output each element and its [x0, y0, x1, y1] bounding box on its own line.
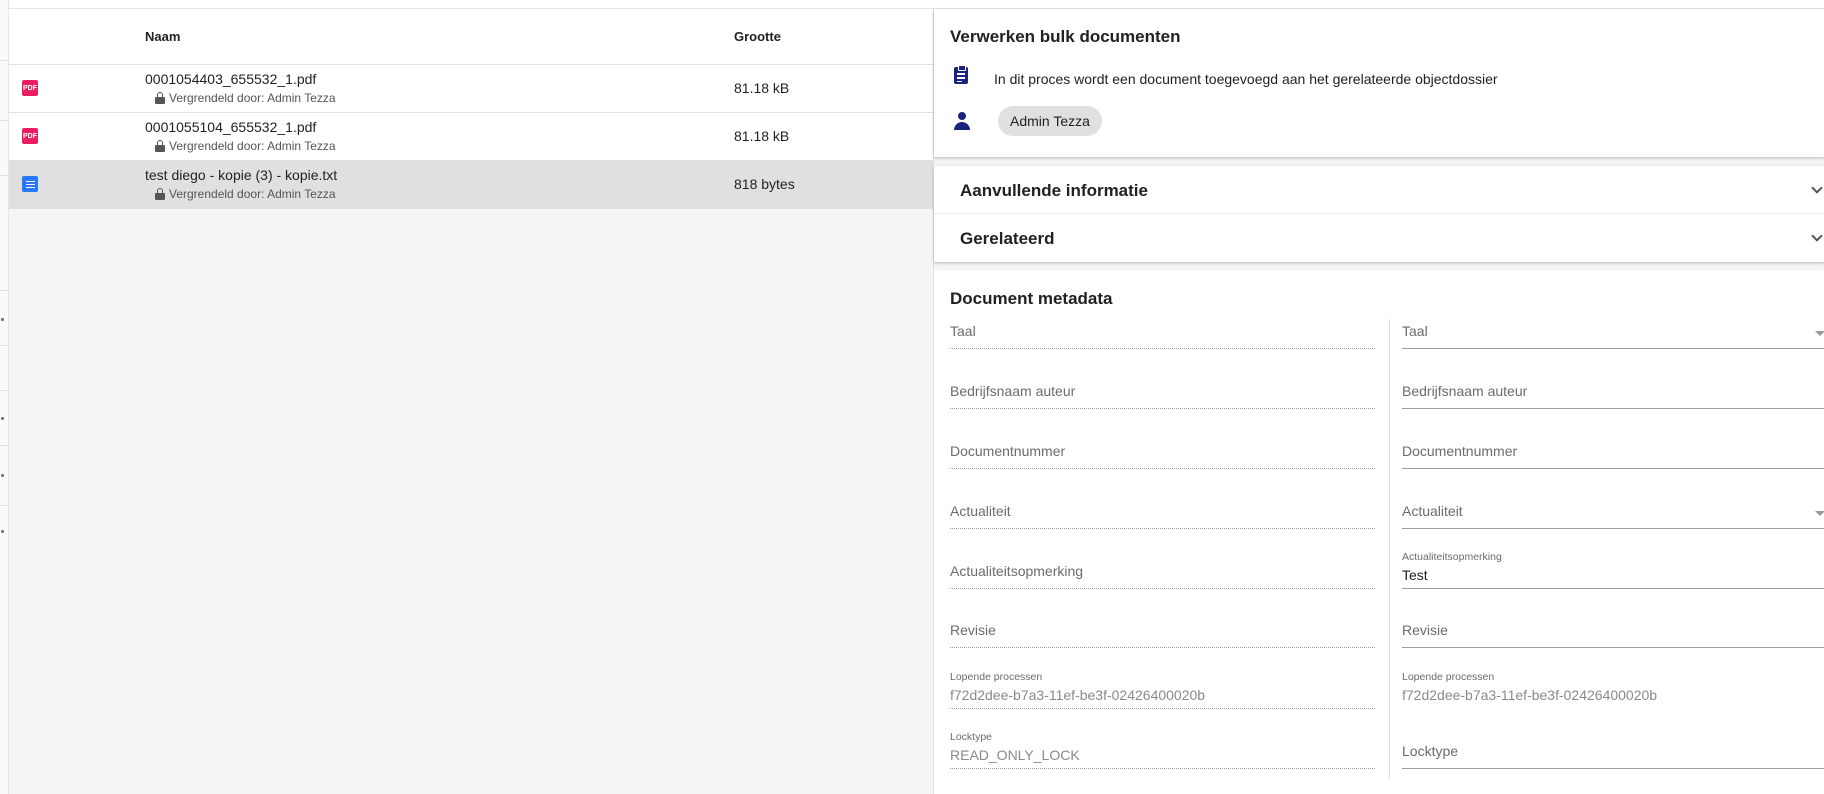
dropdown-arrow-icon [1815, 511, 1824, 516]
actualiteit-select[interactable]: Actualiteit [1402, 499, 1824, 529]
bedrijfsnaam-input[interactable]: Bedrijfsnaam auteur [1402, 379, 1824, 409]
top-bar [9, 0, 1824, 9]
pdf-icon: PDF [22, 80, 38, 96]
person-icon [954, 112, 970, 130]
accordion-label: Aanvullende informatie [960, 181, 1148, 200]
process-description: In dit proces wordt een document toegevo… [994, 71, 1498, 87]
pdf-icon: PDF [22, 128, 38, 144]
document-metadata: Document metadata Taal Bedrijfsnaam aute… [934, 271, 1824, 794]
chevron-down-icon [1811, 182, 1823, 194]
revisie-input[interactable]: Revisie [1402, 618, 1824, 648]
taal-field-readonly: Taal [950, 319, 1375, 349]
lock-icon [155, 188, 165, 200]
process-title: Verwerken bulk documenten [950, 27, 1181, 46]
file-row-selected[interactable]: test diego - kopie (3) - kopie.txt Vergr… [9, 161, 933, 209]
dropdown-arrow-icon [1815, 331, 1824, 336]
column-header-size[interactable]: Grootte [734, 29, 781, 44]
column-divider [1389, 319, 1390, 779]
left-edge-strip [0, 0, 9, 794]
taal-select[interactable]: Taal [1402, 319, 1824, 349]
lock-status: Vergrendeld door: Admin Tezza [155, 139, 336, 153]
column-header-name[interactable]: Naam [145, 29, 180, 44]
accordion-aanvullende-informatie[interactable]: Aanvullende informatie [934, 166, 1824, 214]
lock-status-text: Vergrendeld door: Admin Tezza [169, 139, 336, 153]
file-row[interactable]: PDF 0001054403_655532_1.pdf Vergrendeld … [9, 65, 933, 113]
actualiteitsopmerking-field-readonly: Actualiteitsopmerking [950, 559, 1375, 589]
file-size: 81.18 kB [734, 80, 790, 96]
lock-icon [155, 140, 165, 152]
locktype-input[interactable]: Locktype [1402, 739, 1824, 769]
revisie-field-readonly: Revisie [950, 618, 1375, 648]
file-list-header: Naam Grootte [9, 9, 933, 65]
text-file-icon [22, 176, 38, 192]
lopende-processen-field-readonly: Lopende processen f72d2dee-b7a3-11ef-be3… [950, 671, 1375, 709]
lock-status-text: Vergrendeld door: Admin Tezza [169, 91, 336, 105]
documentnummer-field-readonly: Documentnummer [950, 439, 1375, 469]
process-card: Verwerken bulk documenten In dit proces … [934, 9, 1824, 157]
file-size: 81.18 kB [734, 128, 790, 144]
actualiteitsopmerking-input[interactable]: Actualiteitsopmerking Test [1402, 551, 1824, 589]
chevron-down-icon [1811, 230, 1823, 242]
clipboard-icon [954, 65, 968, 84]
file-name: test diego - kopie (3) - kopie.txt [145, 167, 338, 183]
lock-icon [155, 92, 165, 104]
process-panel: Verwerken bulk documenten In dit proces … [933, 9, 1824, 794]
file-name: 0001055104_655532_1.pdf [145, 119, 317, 135]
file-row[interactable]: PDF 0001055104_655532_1.pdf Vergrendeld … [9, 113, 933, 161]
bedrijfsnaam-field-readonly: Bedrijfsnaam auteur [950, 379, 1375, 409]
lock-status-text: Vergrendeld door: Admin Tezza [169, 187, 336, 201]
actualiteit-field-readonly: Actualiteit [950, 499, 1375, 529]
documentnummer-input[interactable]: Documentnummer [1402, 439, 1824, 469]
metadata-title: Document metadata [950, 289, 1113, 308]
lock-status: Vergrendeld door: Admin Tezza [155, 91, 336, 105]
accordion-gerelateerd[interactable]: Gerelateerd [934, 214, 1824, 261]
lock-status: Vergrendeld door: Admin Tezza [155, 187, 336, 201]
file-list: Naam Grootte PDF 0001054403_655532_1.pdf… [9, 9, 933, 794]
accordion-label: Gerelateerd [960, 229, 1055, 248]
file-name: 0001054403_655532_1.pdf [145, 71, 317, 87]
file-size: 818 bytes [734, 176, 795, 192]
lopende-processen-field: Lopende processen f72d2dee-b7a3-11ef-be3… [1402, 671, 1658, 703]
user-chip[interactable]: Admin Tezza [998, 106, 1102, 136]
locktype-field-readonly: Locktype READ_ONLY_LOCK [950, 731, 1375, 769]
accordion: Aanvullende informatie Gerelateerd [934, 166, 1824, 262]
